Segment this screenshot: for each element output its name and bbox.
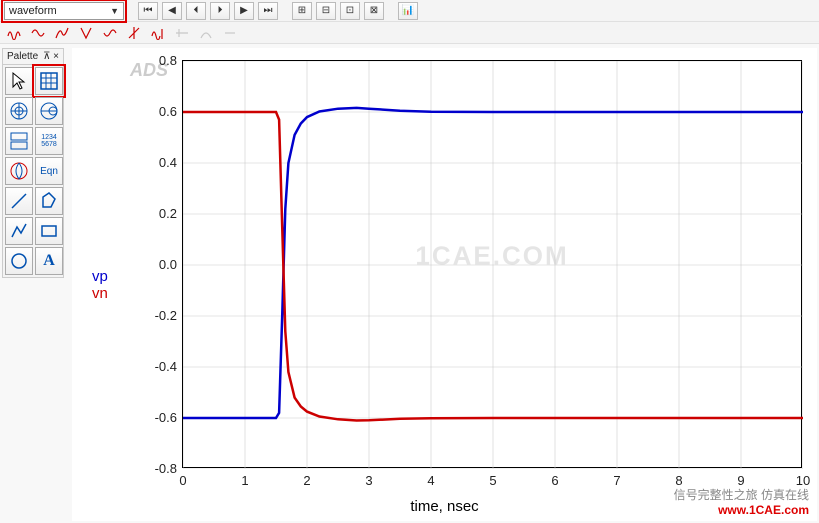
nav-prev-button[interactable]: ◀ [162,2,182,20]
nav-play-button[interactable]: ⏵ [210,2,230,20]
marker-tool-2[interactable] [28,24,48,42]
polyline-tool[interactable] [5,217,33,245]
text-tool[interactable]: A [35,247,63,275]
palette-controls[interactable]: ⊼ × [43,51,59,62]
footer-cn: 信号完整性之旅 仿真在线 [674,488,809,504]
rectangular-plot-tool[interactable] [35,67,63,95]
x-tick-label: 8 [669,473,689,488]
polar-plot-tool[interactable] [5,97,33,125]
nav-play-rev-button[interactable]: ⏴ [186,2,206,20]
y-tick-label: 0.4 [141,155,177,170]
y-tick-label: -0.4 [141,359,177,374]
marker-tool-1[interactable] [4,24,24,42]
smith-chart-tool[interactable] [35,97,63,125]
toolbar-main: waveform ▼ ⏮ ◀ ⏴ ⏵ ▶ ⏭ ⊞ ⊟ ⊡ ⊠ 📊 [0,0,819,22]
line-tool[interactable] [5,187,33,215]
y-tick-label: -0.8 [141,461,177,476]
y-tick-label: 0.2 [141,206,177,221]
footer-watermark: 信号完整性之旅 仿真在线 www.1CAE.com [674,488,809,519]
x-tick-label: 1 [235,473,255,488]
zoom-in-button[interactable]: ⊞ [292,2,312,20]
x-tick-label: 4 [421,473,441,488]
zoom-out-button[interactable]: ⊟ [316,2,336,20]
series-label-vp: vp [92,268,108,285]
y-axis-labels: vp vn [92,268,108,302]
x-tick-label: 7 [607,473,627,488]
x-axis-label: time, nsec [410,498,478,515]
marker-tool-9[interactable] [196,24,216,42]
dropdown-value: waveform [9,5,57,17]
dataset-dropdown[interactable]: waveform ▼ [4,2,124,20]
nav-first-button[interactable]: ⏮ [138,2,158,20]
list-tool[interactable]: 12345678 [35,127,63,155]
zoom-select-button[interactable]: ⊠ [364,2,384,20]
marker-tool-7[interactable] [148,24,168,42]
palette-title-bar: Palette ⊼ × [3,49,63,65]
x-tick-label: 6 [545,473,565,488]
circle-tool[interactable] [5,247,33,275]
plot-region[interactable]: 1CAE.COM 012345678910-0.8-0.6-0.4-0.20.0… [182,60,802,468]
x-tick-label: 10 [793,473,813,488]
nav-last-button[interactable]: ⏭ [258,2,278,20]
y-tick-label: 0.0 [141,257,177,272]
marker-tool-3[interactable] [52,24,72,42]
export-chart-button[interactable]: 📊 [398,2,418,20]
series-label-vn: vn [92,285,108,302]
footer-url: www.1CAE.com [674,503,809,519]
marker-tool-6[interactable] [124,24,144,42]
nav-next-button[interactable]: ▶ [234,2,254,20]
y-tick-label: 0.8 [141,53,177,68]
palette-title: Palette [7,51,38,62]
toolbar-markers [0,22,819,44]
plot-svg [183,61,803,469]
polygon-tool[interactable] [35,187,63,215]
marker-tool-5[interactable] [100,24,120,42]
x-tick-label: 2 [297,473,317,488]
rectangle-tool[interactable] [35,217,63,245]
x-tick-label: 3 [359,473,379,488]
marker-tool-8[interactable] [172,24,192,42]
zoom-fit-button[interactable]: ⊡ [340,2,360,20]
chart-area: ADS vp vn 1CAE.COM 012345678910-0.8-0.6-… [72,48,817,521]
chevron-down-icon: ▼ [110,6,119,16]
marker-tool-4[interactable] [76,24,96,42]
x-tick-label: 9 [731,473,751,488]
x-tick-label: 5 [483,473,503,488]
stacked-plot-tool[interactable] [5,127,33,155]
y-tick-label: -0.6 [141,410,177,425]
pointer-tool[interactable] [5,67,33,95]
equation-tool[interactable]: Eqn [35,157,63,185]
y-tick-label: -0.2 [141,308,177,323]
marker-tool-10[interactable] [220,24,240,42]
y-tick-label: 0.6 [141,104,177,119]
palette-panel: Palette ⊼ × 12345678 Eqn A [2,48,64,278]
antenna-plot-tool[interactable] [5,157,33,185]
